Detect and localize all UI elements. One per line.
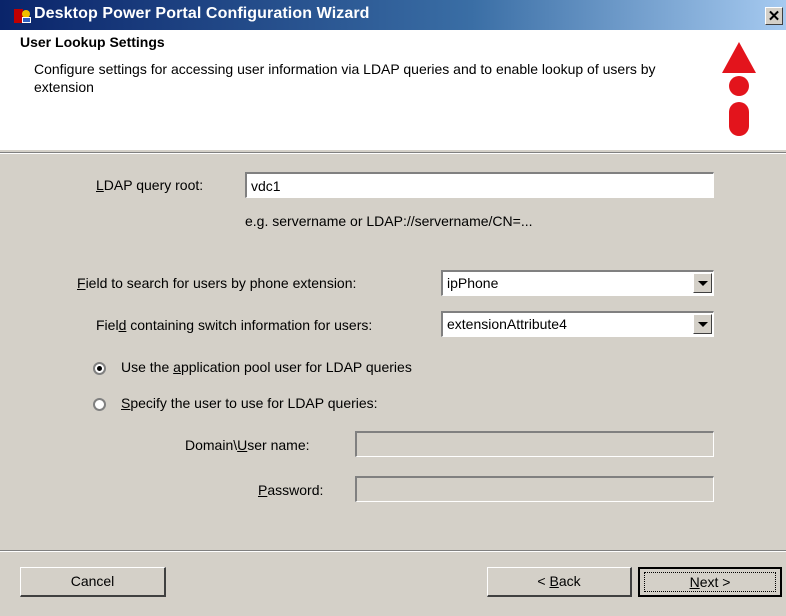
cancel-button[interactable]: Cancel: [20, 567, 166, 597]
title-bar[interactable]: Desktop Power Portal Configuration Wizar…: [0, 0, 786, 30]
back-button[interactable]: < Back: [487, 567, 632, 597]
next-button[interactable]: Next >: [638, 567, 782, 597]
phone-field-select[interactable]: ipPhone: [441, 270, 714, 296]
domain-user-input[interactable]: [355, 431, 714, 457]
company-logo-icon: [722, 42, 756, 136]
password-label: Password:: [258, 482, 324, 498]
footer-divider: [0, 550, 786, 552]
radio-specify-user[interactable]: [93, 398, 106, 411]
app-icon: [14, 9, 31, 23]
header-divider: [0, 152, 786, 154]
radio-app-pool-label[interactable]: Use the application pool user for LDAP q…: [121, 359, 412, 375]
close-icon: ✕: [767, 8, 781, 25]
wizard-window: Desktop Power Portal Configuration Wizar…: [0, 0, 786, 616]
close-button[interactable]: ✕: [765, 7, 783, 25]
radio-specify-user-label[interactable]: Specify the user to use for LDAP queries…: [121, 395, 378, 411]
radio-app-pool[interactable]: [93, 362, 106, 375]
page-title: User Lookup Settings: [20, 34, 165, 50]
domain-user-label: Domain\User name:: [185, 437, 310, 453]
ldap-root-hint: e.g. servername or LDAP://servername/CN=…: [245, 213, 533, 229]
phone-field-value: ipPhone: [447, 275, 499, 291]
phone-field-label: Field to search for users by phone exten…: [77, 275, 357, 291]
password-input[interactable]: [355, 476, 714, 502]
ldap-root-input[interactable]: [245, 172, 714, 198]
chevron-down-icon[interactable]: [693, 273, 712, 293]
window-title: Desktop Power Portal Configuration Wizar…: [34, 5, 370, 22]
chevron-down-icon[interactable]: [693, 314, 712, 334]
page-description: Configure settings for accessing user in…: [34, 61, 656, 95]
switch-field-select[interactable]: extensionAttribute4: [441, 311, 714, 337]
switch-field-label: Field containing switch information for …: [96, 317, 373, 333]
ldap-root-label: LDAP query root:: [96, 177, 204, 193]
switch-field-value: extensionAttribute4: [447, 316, 567, 332]
